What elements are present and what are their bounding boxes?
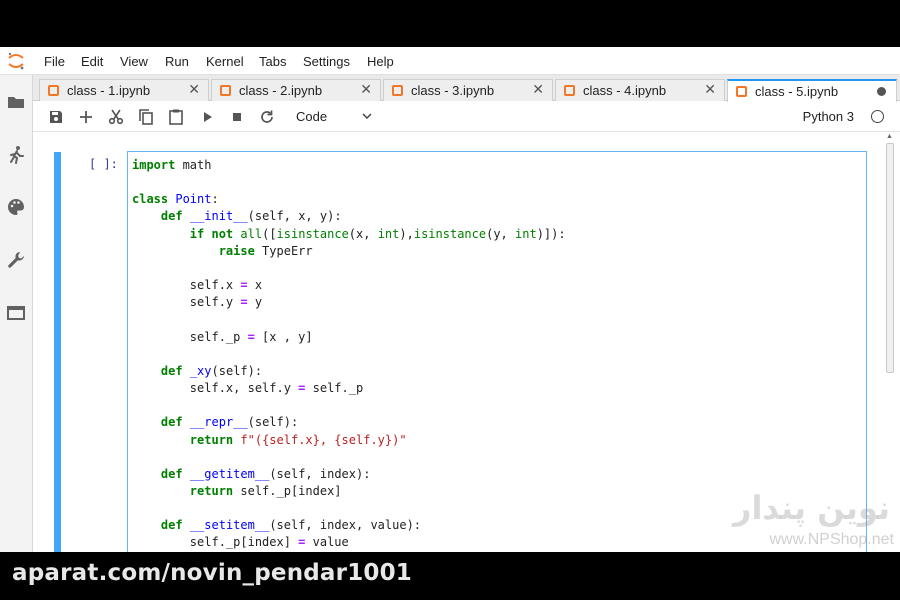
- cell-prompt: [ ]:: [89, 157, 118, 171]
- code-line[interactable]: class Point:: [132, 191, 566, 208]
- code-line[interactable]: def _xy(self):: [132, 363, 566, 380]
- code-line[interactable]: [132, 260, 566, 277]
- code-line[interactable]: [132, 346, 566, 363]
- code-line[interactable]: self.x, self.y = self._p: [132, 380, 566, 397]
- notebook-icon: [48, 85, 59, 96]
- menu-file[interactable]: File: [44, 54, 65, 69]
- code-line[interactable]: return f"({self.x}, {self.y})": [132, 432, 566, 449]
- jupyterlab-window: File Edit View Run Kernel Tabs Settings …: [0, 47, 900, 552]
- menu-tabs[interactable]: Tabs: [259, 54, 286, 69]
- jupyter-logo-icon: [8, 52, 24, 70]
- code-line[interactable]: self.y = y: [132, 294, 566, 311]
- close-icon[interactable]: ✕: [360, 81, 372, 98]
- palette-icon[interactable]: [6, 197, 26, 217]
- cut-icon[interactable]: [106, 107, 126, 127]
- tab-class-4[interactable]: class - 4.ipynb ✕: [555, 79, 725, 101]
- left-sidebar: [0, 75, 33, 552]
- menu-help[interactable]: Help: [367, 54, 394, 69]
- tab-label: class - 2.ipynb: [239, 83, 323, 98]
- tab-class-2[interactable]: class - 2.ipynb ✕: [211, 79, 381, 101]
- tab-bar: class - 1.ipynb ✕ class - 2.ipynb ✕ clas…: [33, 75, 900, 102]
- close-icon[interactable]: ✕: [704, 81, 716, 98]
- notebook-toolbar: Code Python 3: [33, 102, 900, 132]
- save-icon[interactable]: [46, 107, 66, 127]
- scroll-up-icon[interactable]: ▲: [886, 133, 893, 140]
- watermark-site: www.NPShop.net: [769, 531, 894, 548]
- tab-class-1[interactable]: class - 1.ipynb ✕: [39, 79, 209, 101]
- code-line[interactable]: return self._p[index]: [132, 483, 566, 500]
- menubar: File Edit View Run Kernel Tabs Settings …: [0, 47, 900, 75]
- folder-icon[interactable]: [6, 92, 26, 112]
- code-line[interactable]: def __repr__(self):: [132, 414, 566, 431]
- menu-edit[interactable]: Edit: [81, 54, 103, 69]
- copy-icon[interactable]: [136, 107, 156, 127]
- code-line[interactable]: def __getitem__(self, index):: [132, 466, 566, 483]
- stop-icon[interactable]: [227, 107, 247, 127]
- menu-kernel[interactable]: Kernel: [206, 54, 244, 69]
- video-caption: aparat.com/novin_pendar1001: [12, 560, 413, 586]
- scroll-thumb[interactable]: [886, 143, 894, 373]
- chevron-down-icon[interactable]: [361, 108, 373, 124]
- add-cell-icon[interactable]: [76, 107, 96, 127]
- close-icon[interactable]: ✕: [532, 81, 544, 98]
- code-line[interactable]: self.x = x: [132, 277, 566, 294]
- watermark-logo: نوین پندار: [733, 489, 890, 527]
- code-line[interactable]: [132, 311, 566, 328]
- notebook-icon: [564, 85, 575, 96]
- code-line[interactable]: [132, 449, 566, 466]
- code-content[interactable]: import math class Point: def __init__(se…: [132, 157, 566, 552]
- tab-class-3[interactable]: class - 3.ipynb ✕: [383, 79, 553, 101]
- notebook-icon: [736, 86, 747, 97]
- kernel-idle-icon: [871, 110, 884, 123]
- tabs-panel-icon[interactable]: [6, 303, 26, 323]
- menu-view[interactable]: View: [120, 54, 148, 69]
- code-line[interactable]: [132, 174, 566, 191]
- code-line[interactable]: raise TypeErr: [132, 243, 566, 260]
- code-line[interactable]: [132, 397, 566, 414]
- notebook-icon: [392, 85, 403, 96]
- menu-run[interactable]: Run: [165, 54, 189, 69]
- code-line[interactable]: self._p[index] = value: [132, 534, 566, 551]
- code-line[interactable]: def __init__(self, x, y):: [132, 208, 566, 225]
- cell-type-select[interactable]: Code: [296, 109, 327, 124]
- code-line[interactable]: if not all([isinstance(x, int),isinstanc…: [132, 226, 566, 243]
- tab-label: class - 3.ipynb: [411, 83, 495, 98]
- active-cell-indicator[interactable]: [54, 152, 61, 552]
- wrench-icon[interactable]: [6, 250, 26, 270]
- tab-label: class - 5.ipynb: [755, 84, 839, 99]
- tab-label: class - 1.ipynb: [67, 83, 151, 98]
- notebook-icon: [220, 85, 231, 96]
- code-line[interactable]: import math: [132, 157, 566, 174]
- code-line[interactable]: [132, 500, 566, 517]
- running-icon[interactable]: [6, 145, 26, 165]
- paste-icon[interactable]: [166, 107, 186, 127]
- code-line[interactable]: def __setitem__(self, index, value):: [132, 517, 566, 534]
- code-line[interactable]: self._p = [x , y]: [132, 329, 566, 346]
- menu-settings[interactable]: Settings: [303, 54, 350, 69]
- kernel-name[interactable]: Python 3: [803, 109, 854, 124]
- run-icon[interactable]: [197, 107, 217, 127]
- close-icon[interactable]: ✕: [188, 81, 200, 98]
- restart-icon[interactable]: [257, 107, 277, 127]
- tab-class-5[interactable]: class - 5.ipynb: [727, 79, 897, 102]
- tab-label: class - 4.ipynb: [583, 83, 667, 98]
- unsaved-dot-icon[interactable]: [877, 87, 886, 96]
